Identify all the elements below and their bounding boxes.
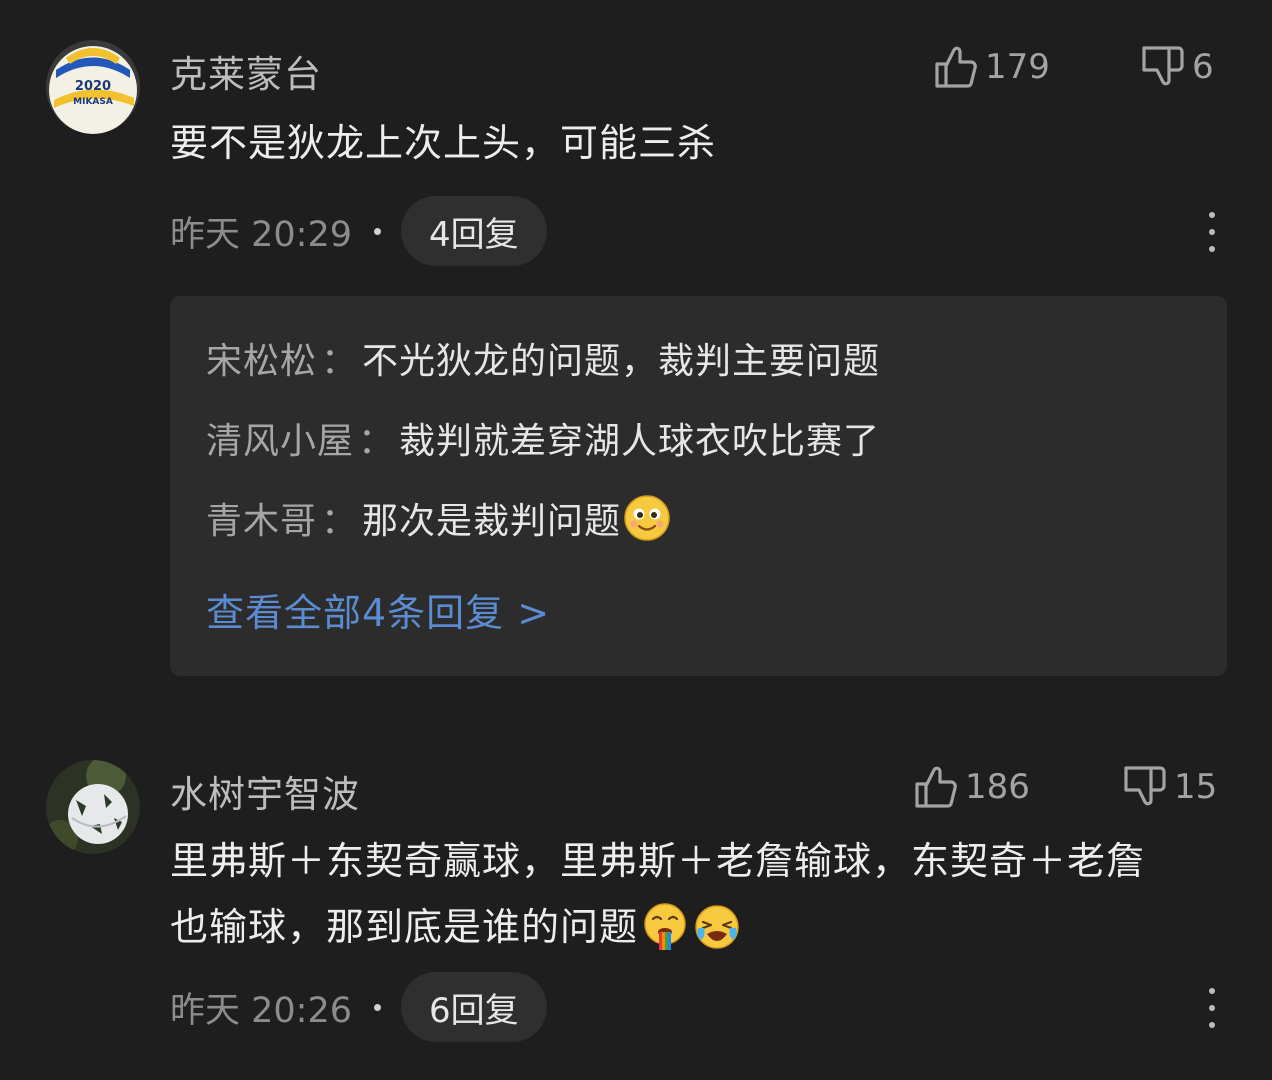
volleyball-avatar-icon: 2020 MIKASA xyxy=(46,40,140,134)
reply-text: 那次是裁判问题 xyxy=(362,501,622,542)
reply-count-button[interactable]: 4回复 xyxy=(401,196,547,266)
username[interactable]: 水树宇智波 xyxy=(170,764,360,818)
more-options-button[interactable] xyxy=(1204,212,1220,252)
comment-meta: 昨天 20:26 6回复 xyxy=(170,972,547,1042)
dislike-button[interactable]: 15 xyxy=(1122,764,1217,810)
comment-text: 要不是狄龙上次上头，可能三杀 xyxy=(170,121,717,165)
username[interactable]: 克莱蒙台 xyxy=(170,44,322,98)
reply-colon: ： xyxy=(358,421,396,462)
comment-meta: 昨天 20:29 4回复 xyxy=(170,196,547,266)
reply-colon: ： xyxy=(321,341,359,382)
timestamp: 昨天 20:26 xyxy=(170,990,352,1031)
smile-emoji-icon xyxy=(624,495,670,541)
like-button[interactable]: 186 xyxy=(913,764,1030,810)
replies-preview: 宋松松：不光狄龙的问题，裁判主要问题 清风小屋：裁判就差穿湖人球衣吹比赛了 青木… xyxy=(170,296,1227,676)
separator-dot xyxy=(374,227,381,235)
rainbow-vomit-emoji-icon xyxy=(644,903,686,950)
reply-author[interactable]: 清风小屋 xyxy=(206,412,354,464)
reply-text: 不光狄龙的问题，裁判主要问题 xyxy=(362,341,881,382)
more-dot xyxy=(1209,988,1215,994)
like-count: 186 xyxy=(965,767,1030,807)
reply-author[interactable]: 青木哥 xyxy=(206,492,317,544)
comment-text: 里弗斯＋东契奇赢球，里弗斯＋老詹输球，东契奇＋老詹 也输球，那到底是谁的问题 xyxy=(170,828,1210,960)
crying-emoji-icon xyxy=(695,905,739,949)
more-dot xyxy=(1209,1022,1215,1028)
user-avatar[interactable] xyxy=(46,760,140,854)
comment-text-line: 也输球，那到底是谁的问题 xyxy=(170,894,1210,960)
thumbs-up-icon xyxy=(935,46,977,88)
reply-colon: ： xyxy=(321,501,359,542)
dislike-button[interactable]: 6 xyxy=(1140,44,1214,90)
view-all-replies-link[interactable]: 查看全部4条回复 > xyxy=(206,582,550,637)
soccer-ball-avatar-icon xyxy=(46,760,140,854)
reply-item[interactable]: 清风小屋：裁判就差穿湖人球衣吹比赛了 xyxy=(206,412,880,464)
svg-text:2020: 2020 xyxy=(75,79,111,94)
reply-count-button[interactable]: 6回复 xyxy=(401,972,547,1042)
reply-item[interactable]: 青木哥：那次是裁判问题 xyxy=(206,492,671,544)
more-options-button[interactable] xyxy=(1204,988,1220,1028)
dislike-count: 15 xyxy=(1174,767,1218,807)
svg-text:MIKASA: MIKASA xyxy=(73,97,113,107)
user-avatar[interactable]: 2020 MIKASA xyxy=(46,40,140,134)
reply-item[interactable]: 宋松松：不光狄龙的问题，裁判主要问题 xyxy=(206,332,880,384)
more-dot xyxy=(1209,246,1215,252)
more-dot xyxy=(1209,212,1215,218)
separator-dot xyxy=(374,1003,381,1011)
like-button[interactable]: 179 xyxy=(933,44,1050,90)
thumbs-down-icon xyxy=(1142,46,1184,86)
timestamp: 昨天 20:29 xyxy=(170,214,352,255)
comment-text-segment: 也输球，那到底是谁的问题 xyxy=(170,905,639,949)
reply-author[interactable]: 宋松松 xyxy=(206,332,317,384)
more-dot xyxy=(1209,1005,1215,1011)
thumbs-down-icon xyxy=(1124,766,1166,806)
like-count: 179 xyxy=(985,47,1050,87)
more-dot xyxy=(1209,229,1215,235)
thumbs-up-icon xyxy=(915,766,957,808)
comment-text-line: 里弗斯＋东契奇赢球，里弗斯＋老詹输球，东契奇＋老詹 xyxy=(170,839,1146,883)
dislike-count: 6 xyxy=(1192,47,1214,87)
reply-text: 裁判就差穿湖人球衣吹比赛了 xyxy=(399,421,881,462)
